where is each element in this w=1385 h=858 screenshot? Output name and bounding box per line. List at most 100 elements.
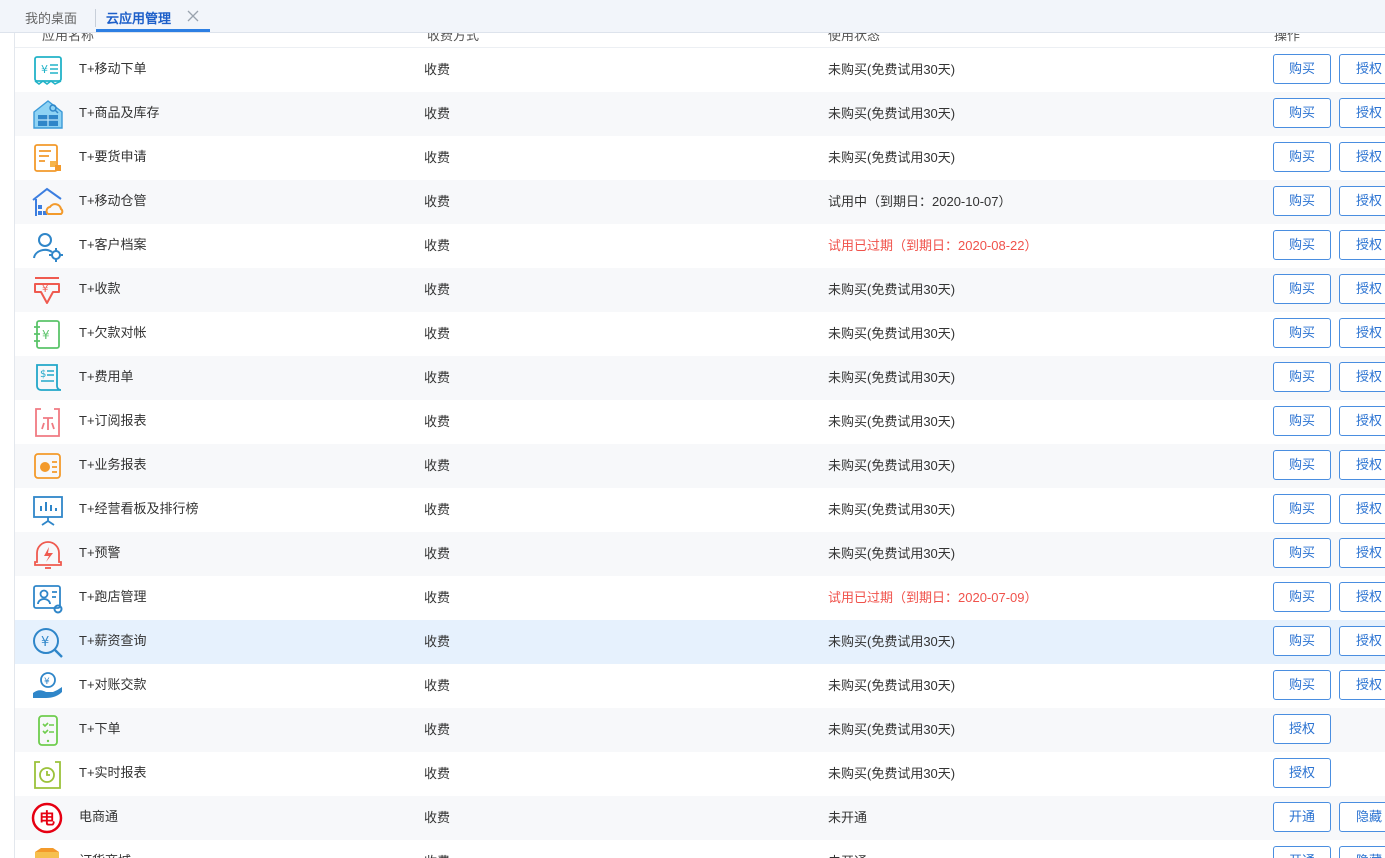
authorize-button[interactable]: 授权 <box>1339 494 1385 524</box>
table-row[interactable]: ¥ T+对账交款 收费 未购买(免费试用30天) 购买 授权 <box>15 664 1385 708</box>
order-mall-icon <box>31 846 67 858</box>
fee-type: 收费 <box>424 106 451 121</box>
usage-status: 未购买(免费试用30天) <box>828 150 956 165</box>
buy-button[interactable]: 购买 <box>1273 670 1331 700</box>
app-table-body: ¥ T+移动下单 收费 未购买(免费试用30天) 购买 授权 T+商品及库存 收费 未购买(免费… <box>15 48 1385 858</box>
column-header-status: 使用状态 <box>828 33 881 43</box>
fee-type: 收费 <box>424 840 450 858</box>
table-row[interactable]: 电 电商通 收费 未开通 开通 隐藏 <box>15 796 1385 840</box>
table-row[interactable]: ¥ T+移动下单 收费 未购买(免费试用30天) 购买 授权 <box>15 48 1385 92</box>
store-visit-icon <box>31 582 67 614</box>
usage-status: 未购买(免费试用30天) <box>828 678 956 693</box>
table-row[interactable]: $ T+费用单 收费 未购买(免费试用30天) 购买 授权 <box>15 356 1385 400</box>
fee-type: 收费 <box>424 194 451 209</box>
usage-status: 未购买(免费试用30天) <box>828 62 956 77</box>
fee-type: 收费 <box>424 414 451 429</box>
authorize-button[interactable]: 授权 <box>1339 54 1385 84</box>
column-header-fee: 收费方式 <box>427 33 480 43</box>
fee-type: 收费 <box>424 766 451 781</box>
fee-type: 收费 <box>424 62 451 77</box>
authorize-button[interactable]: 授权 <box>1339 362 1385 392</box>
authorize-button[interactable]: 授权 <box>1339 538 1385 568</box>
table-row[interactable]: T+订阅报表 收费 未购买(免费试用30天) 购买 授权 <box>15 400 1385 444</box>
table-row[interactable]: ¥ T+收款 收费 未购买(免费试用30天) 购买 授权 <box>15 268 1385 312</box>
usage-status: 未购买(免费试用30天) <box>828 546 956 561</box>
app-name: 电商通 <box>79 809 119 824</box>
subscription-report-icon <box>31 406 67 438</box>
authorize-button[interactable]: 授权 <box>1339 406 1385 436</box>
business-report-icon <box>31 450 67 482</box>
authorize-button[interactable]: 授权 <box>1339 142 1385 172</box>
fee-type: 收费 <box>424 282 451 297</box>
usage-status: 未购买(免费试用30天) <box>828 370 956 385</box>
svg-text:¥: ¥ <box>42 284 48 295</box>
activate-button[interactable]: 开通 <box>1273 802 1331 832</box>
table-header: 应用名称 收费方式 使用状态 操作 <box>15 33 1385 48</box>
app-name: T+客户档案 <box>79 237 147 252</box>
alert-bell-icon <box>31 538 67 570</box>
buy-button[interactable]: 购买 <box>1273 142 1331 172</box>
usage-status: 未购买(免费试用30天) <box>828 282 956 297</box>
buy-button[interactable]: 购买 <box>1273 98 1331 128</box>
hide-button[interactable]: 隐藏 <box>1339 846 1385 858</box>
authorize-button[interactable]: 授权 <box>1339 274 1385 304</box>
buy-button[interactable]: 购买 <box>1273 626 1331 656</box>
table-row[interactable]: T+经营看板及排行榜 收费 未购买(免费试用30天) 购买 授权 <box>15 488 1385 532</box>
authorize-button[interactable]: 授权 <box>1339 230 1385 260</box>
usage-status: 未购买(免费试用30天) <box>828 502 956 517</box>
authorize-button[interactable]: 授权 <box>1339 670 1385 700</box>
buy-button[interactable]: 购买 <box>1273 318 1331 348</box>
usage-status: 试用中（到期日：2020-10-07） <box>828 194 1012 209</box>
buy-button[interactable]: 购买 <box>1273 582 1331 612</box>
fee-type: 收费 <box>424 370 451 385</box>
table-row[interactable]: T+跑店管理 收费 试用已过期（到期日：2020-07-09） 购买 授权 <box>15 576 1385 620</box>
table-row[interactable]: T+预警 收费 未购买(免费试用30天) 购买 授权 <box>15 532 1385 576</box>
hide-button[interactable]: 隐藏 <box>1339 802 1385 832</box>
table-row[interactable]: T+要货申请 收费 未购买(免费试用30天) 购买 授权 <box>15 136 1385 180</box>
buy-button[interactable]: 购买 <box>1273 406 1331 436</box>
column-header-actions: 操作 <box>1274 33 1301 43</box>
buy-button[interactable]: 购买 <box>1273 274 1331 304</box>
authorize-button[interactable]: 授权 <box>1339 186 1385 216</box>
svg-text:¥: ¥ <box>41 63 48 76</box>
app-name: T+预警 <box>79 545 121 560</box>
table-row[interactable]: T+客户档案 收费 试用已过期（到期日：2020-08-22） 购买 授权 <box>15 224 1385 268</box>
authorize-button[interactable]: 授权 <box>1339 450 1385 480</box>
fee-type: 收费 <box>424 326 451 341</box>
usage-status: 未购买(免费试用30天) <box>828 414 956 429</box>
close-icon[interactable] <box>186 9 200 23</box>
table-row[interactable]: T+商品及库存 收费 未购买(免费试用30天) 购买 授权 <box>15 92 1385 136</box>
dashboard-board-icon <box>31 494 67 526</box>
authorize-button[interactable]: 授权 <box>1273 714 1331 744</box>
app-name: T+跑店管理 <box>79 589 147 604</box>
activate-button[interactable]: 开通 <box>1273 846 1331 858</box>
buy-button[interactable]: 购买 <box>1273 230 1331 260</box>
warehouse-search-icon <box>31 98 67 130</box>
hand-coin-icon: ¥ <box>31 670 67 702</box>
app-name: T+下单 <box>79 721 121 736</box>
table-row[interactable]: T+实时报表 收费 未购买(免费试用30天) 授权 <box>15 752 1385 796</box>
table-row[interactable]: ¥ T+欠款对帐 收费 未购买(免费试用30天) 购买 授权 <box>15 312 1385 356</box>
buy-button[interactable]: 购买 <box>1273 186 1331 216</box>
table-row[interactable]: T+移动仓管 收费 试用中（到期日：2020-10-07） 购买 授权 <box>15 180 1385 224</box>
usage-status: 未开通 <box>828 840 867 858</box>
buy-button[interactable]: 购买 <box>1273 362 1331 392</box>
buy-button[interactable]: 购买 <box>1273 494 1331 524</box>
table-row[interactable]: T+下单 收费 未购买(免费试用30天) 授权 <box>15 708 1385 752</box>
authorize-button[interactable]: 授权 <box>1339 582 1385 612</box>
phone-checklist-icon <box>31 714 67 746</box>
table-row[interactable]: T+业务报表 收费 未购买(免费试用30天) 购买 授权 <box>15 444 1385 488</box>
svg-text:¥: ¥ <box>44 677 50 687</box>
table-row[interactable]: ¥ T+薪资查询 收费 未购买(免费试用30天) 购买 授权 <box>15 620 1385 664</box>
authorize-button[interactable]: 授权 <box>1339 626 1385 656</box>
buy-button[interactable]: 购买 <box>1273 538 1331 568</box>
request-form-icon <box>31 142 67 174</box>
authorize-button[interactable]: 授权 <box>1339 98 1385 128</box>
authorize-button[interactable]: 授权 <box>1273 758 1331 788</box>
app-name: T+收款 <box>79 281 121 296</box>
authorize-button[interactable]: 授权 <box>1339 318 1385 348</box>
buy-button[interactable]: 购买 <box>1273 450 1331 480</box>
table-row[interactable]: 订货商城 收费 未开通 开通隐藏 <box>15 840 1385 858</box>
tab-my-desktop[interactable]: 我的桌面 <box>25 0 77 32</box>
buy-button[interactable]: 购买 <box>1273 54 1331 84</box>
